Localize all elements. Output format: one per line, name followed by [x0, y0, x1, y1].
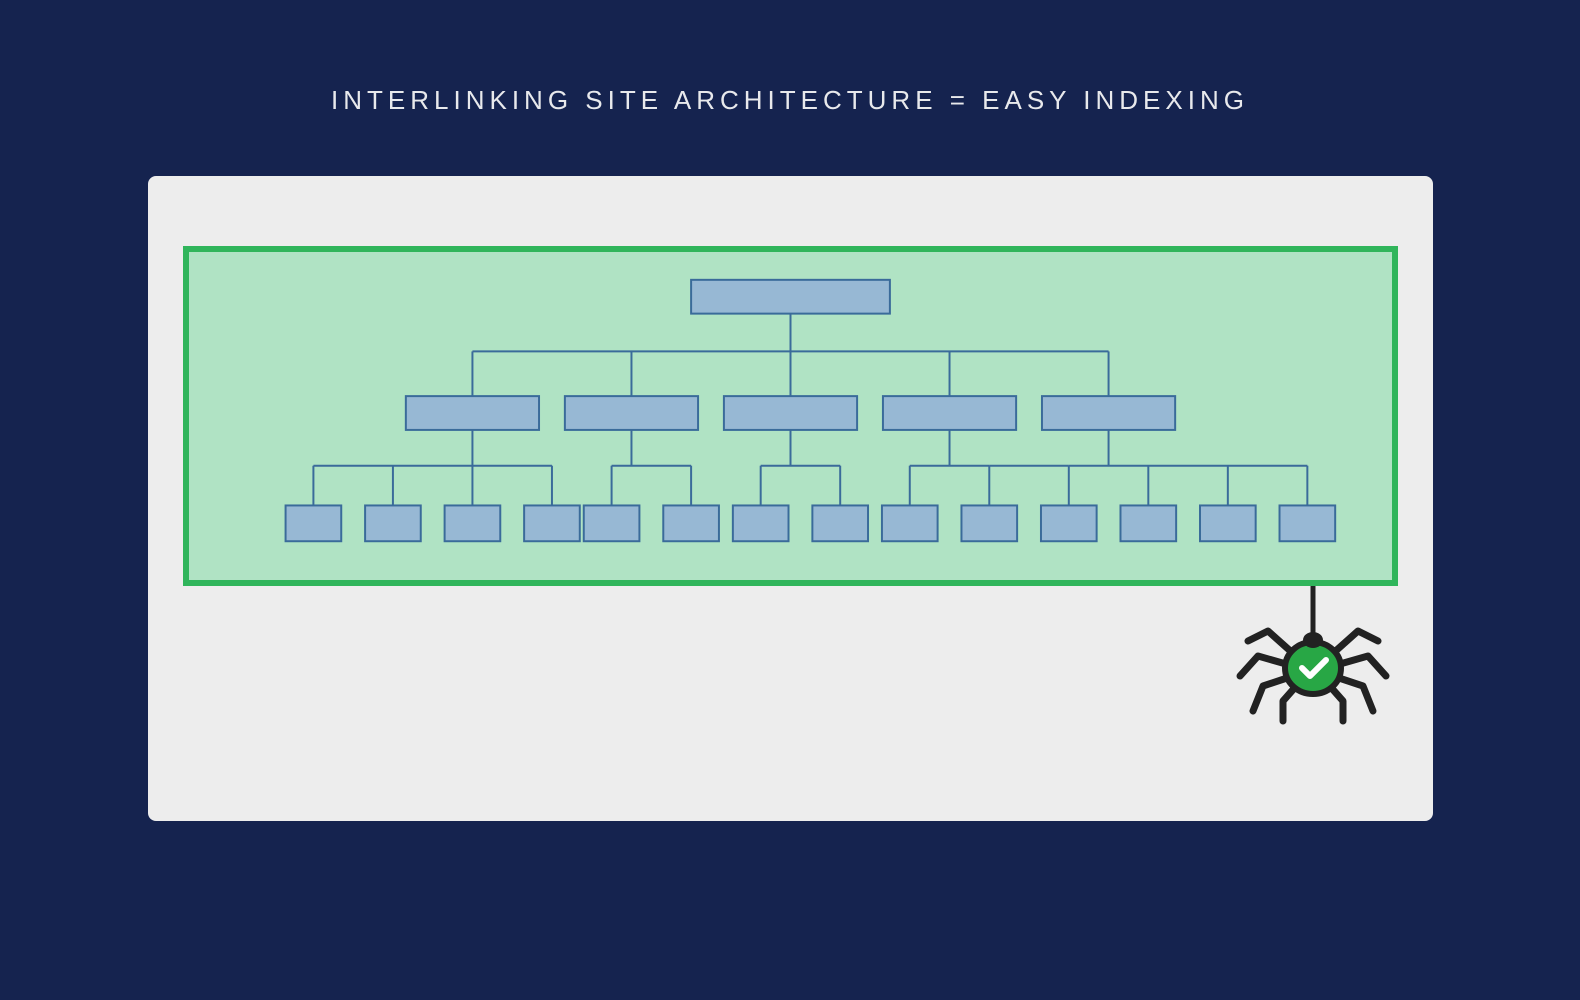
leaf-node — [732, 505, 788, 541]
category-node — [564, 396, 697, 430]
leaf-node — [444, 505, 500, 541]
diagram-title: INTERLINKING SITE ARCHITECTURE = EASY IN… — [0, 0, 1580, 176]
leaf-node — [663, 505, 719, 541]
leaf-node — [583, 505, 639, 541]
leaf-node — [961, 505, 1017, 541]
leaf-node — [1200, 505, 1256, 541]
leaf-node — [365, 505, 421, 541]
category-node — [1041, 396, 1174, 430]
leaf-node — [524, 505, 580, 541]
category-node — [882, 396, 1015, 430]
crawler-spider-icon — [1228, 586, 1398, 731]
sitemap-frame — [183, 246, 1398, 586]
category-node — [405, 396, 538, 430]
leaf-node — [1040, 505, 1096, 541]
leaf-node — [812, 505, 868, 541]
root-node — [691, 280, 890, 314]
diagram-panel — [148, 176, 1433, 821]
category-node — [723, 396, 856, 430]
leaf-node — [881, 505, 937, 541]
leaf-node — [1279, 505, 1335, 541]
sitemap-tree — [189, 252, 1392, 580]
leaf-node — [1120, 505, 1176, 541]
leaf-node — [285, 505, 341, 541]
